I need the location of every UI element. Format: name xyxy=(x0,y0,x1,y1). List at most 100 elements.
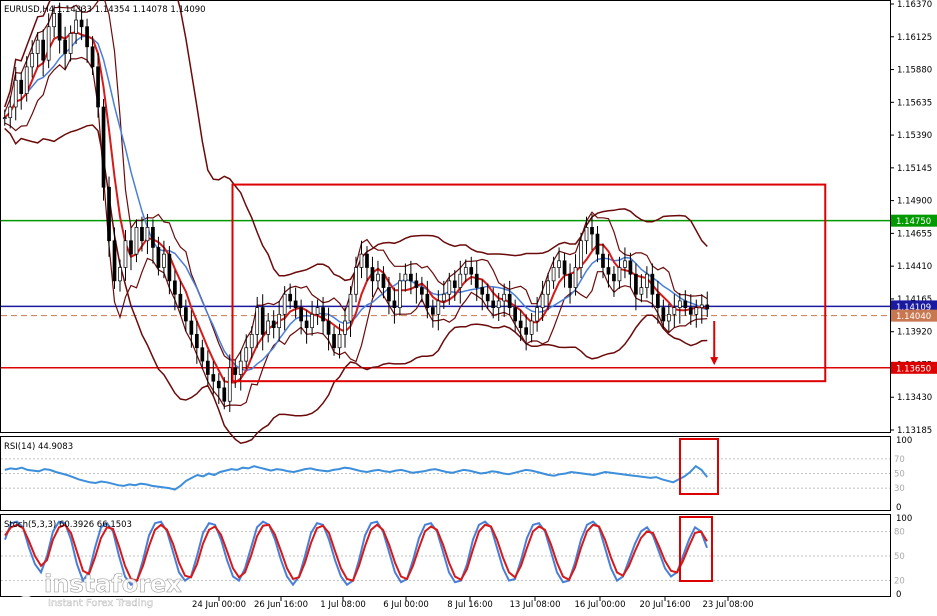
candle-body xyxy=(315,307,320,315)
indicator-level-label: 80 xyxy=(894,527,905,537)
candle-body xyxy=(96,66,100,108)
candle-body xyxy=(271,320,276,329)
time-tick-label: 6 Jul 00:00 xyxy=(383,600,429,610)
candle-body xyxy=(398,280,402,308)
candle-body xyxy=(332,334,336,349)
candle-body xyxy=(134,227,139,255)
candle-body xyxy=(255,307,260,335)
candle-body xyxy=(507,293,512,308)
candle-body xyxy=(529,320,534,335)
candle-body xyxy=(513,307,518,322)
candle-body xyxy=(30,53,35,68)
candle-body xyxy=(524,327,528,335)
candle-body xyxy=(463,267,468,275)
time-tick-label: 20 Jul 16:00 xyxy=(640,600,691,610)
candle-body xyxy=(502,293,507,302)
candle-body xyxy=(661,307,666,322)
candle-body xyxy=(612,273,616,282)
candle-body xyxy=(244,347,249,362)
candle-body xyxy=(370,267,375,282)
candle-body xyxy=(277,313,282,329)
candle-body xyxy=(595,233,600,255)
candle-body xyxy=(666,313,671,322)
candle-body xyxy=(79,19,84,28)
candle-body xyxy=(590,227,594,235)
candle-body xyxy=(491,300,496,308)
watermark-brand: instaforex xyxy=(44,570,182,598)
candle-body xyxy=(266,320,271,335)
candle-body xyxy=(112,240,117,282)
candle-body xyxy=(623,260,627,268)
candle-body xyxy=(13,79,18,108)
candle-body xyxy=(200,347,205,362)
candle-body xyxy=(249,334,254,349)
candle-body xyxy=(282,293,287,315)
candle-body xyxy=(551,267,556,282)
candle-body xyxy=(288,293,292,302)
candle-body xyxy=(354,267,358,295)
candle-body xyxy=(343,320,347,335)
candle-body xyxy=(469,267,474,275)
candle-body xyxy=(233,367,238,375)
candle-body xyxy=(156,247,161,268)
candle-body xyxy=(216,380,221,389)
time-tick-label: 26 Jun 16:00 xyxy=(254,600,308,610)
price-tick-label: 1.14410 xyxy=(897,262,932,272)
watermark-tagline: Instant Forex Trading xyxy=(48,598,153,609)
candle-body xyxy=(584,227,589,242)
candle-body xyxy=(123,240,128,268)
candle-body xyxy=(293,300,298,308)
candle-body xyxy=(381,273,386,288)
chart-root: 1.16370 1.16125 1.15880 1.15635 1.15390 1.151… xyxy=(0,0,937,612)
chart-svg: 1.16370 1.16125 1.15880 1.15635 1.15390 1.151… xyxy=(0,0,937,610)
candle-body xyxy=(57,13,62,41)
price-tick-label: 1.14900 xyxy=(897,197,932,207)
candle-body xyxy=(194,334,199,349)
candle-body xyxy=(162,253,166,268)
candle-body xyxy=(140,227,144,242)
time-tick-label: 23 Jul 08:00 xyxy=(703,600,754,610)
candle-body xyxy=(425,293,430,308)
candle-body xyxy=(601,253,605,268)
candle-body xyxy=(260,307,265,335)
time-tick-label: 13 Jul 08:00 xyxy=(510,600,561,610)
candle-body xyxy=(452,280,457,288)
price-title: EURUSD,H4 1.14333 1.14354 1.14078 1.1409… xyxy=(4,5,206,15)
candle-body xyxy=(436,300,441,315)
time-tick-label: 16 Jul 00:00 xyxy=(575,600,626,610)
candle-body xyxy=(238,360,243,375)
candle-body xyxy=(546,280,550,295)
price-tick-label: 1.16125 xyxy=(897,33,932,43)
candle-body xyxy=(107,186,111,242)
candle-body xyxy=(365,253,369,268)
candle-body xyxy=(337,334,342,349)
indicator-level-label: 50 xyxy=(894,552,905,562)
candle-body xyxy=(118,267,122,282)
candle-body xyxy=(167,253,172,282)
candle-body xyxy=(518,320,523,329)
time-tick-label: 1 Jul 08:00 xyxy=(320,600,366,610)
candle-body xyxy=(573,267,578,288)
candle-body xyxy=(74,19,78,34)
candle-body xyxy=(683,300,688,308)
candle-body xyxy=(458,273,463,288)
candle-body xyxy=(634,273,638,295)
price-tick-label: 1.15635 xyxy=(897,98,932,108)
candle-body xyxy=(485,293,490,302)
candle-body xyxy=(694,307,699,315)
candle-body xyxy=(568,273,572,288)
candle-body xyxy=(189,320,194,335)
level-label: 1.13650 xyxy=(896,364,931,374)
candle-body xyxy=(414,280,419,288)
candle-body xyxy=(227,367,232,402)
candle-body xyxy=(535,307,539,322)
price-tick-label: 1.16370 xyxy=(897,0,932,10)
candle-body xyxy=(480,287,485,295)
candle-body xyxy=(441,293,446,302)
candle-body xyxy=(178,293,183,308)
candle-body xyxy=(184,307,188,322)
price-tick-label: 1.14655 xyxy=(897,229,932,239)
candle-body xyxy=(326,320,331,335)
level-label: 1.14750 xyxy=(896,217,931,227)
time-axis: 24 Jun 00:00 26 Jun 16:00 1 Jul 08:00 6 Jul… xyxy=(192,597,753,610)
